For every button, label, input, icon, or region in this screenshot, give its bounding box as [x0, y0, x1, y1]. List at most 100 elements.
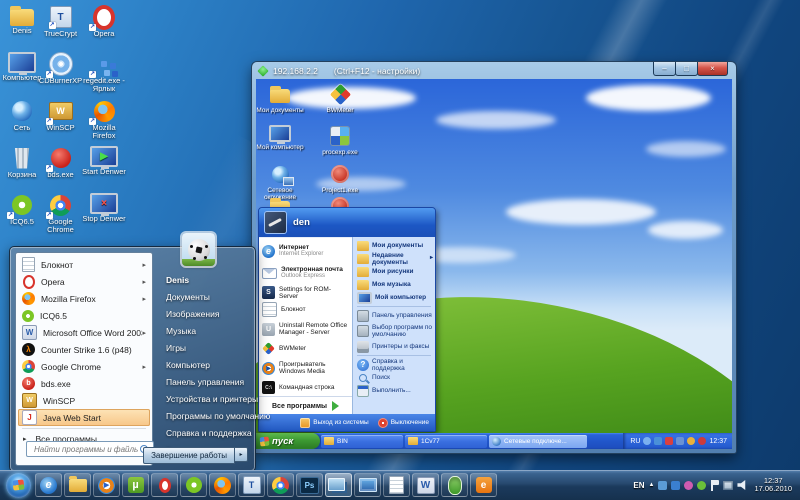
- taskbar-network-computer[interactable]: [354, 473, 381, 497]
- xp-menu-item-rom-settings[interactable]: S Settings for ROM-Server: [259, 284, 352, 301]
- shutdown-options-arrow[interactable]: ▸: [235, 447, 248, 462]
- xp-menu-item-bwmeter[interactable]: BWMeter: [259, 340, 352, 357]
- xp-icon-my-documents[interactable]: Мои документы: [256, 83, 306, 114]
- xp-link-run[interactable]: Выполнить...: [353, 384, 435, 397]
- taskbar-word[interactable]: W: [412, 473, 439, 497]
- desktop-icon-denis[interactable]: Denis: [2, 5, 42, 52]
- taskbar-firefox[interactable]: [209, 473, 236, 497]
- xp-taskbar-button-1cv77[interactable]: 1Cv77: [405, 435, 487, 448]
- taskbar-orange-app[interactable]: e: [470, 473, 497, 497]
- taskbar-photoshop[interactable]: Ps: [296, 473, 323, 497]
- xp-menu-item-notepad[interactable]: Блокнот: [259, 301, 352, 318]
- taskbar-chrome[interactable]: [267, 473, 294, 497]
- xp-menu-item-internet[interactable]: e ИнтернетInternet Explorer: [259, 240, 352, 262]
- xp-icon-project1[interactable]: Project1.exe: [314, 163, 366, 194]
- taskbar-truecrypt[interactable]: T: [238, 473, 265, 497]
- taskbar-internet-explorer[interactable]: e: [35, 473, 62, 497]
- desktop-icon-stop-denwer[interactable]: × Stop Denwer: [79, 193, 129, 240]
- tray-icon[interactable]: [658, 481, 667, 490]
- xp-menu-item-uninstall-rom[interactable]: U Uninstall Remote Office Manager - Serv…: [259, 318, 352, 340]
- close-button[interactable]: ×: [697, 62, 728, 76]
- language-indicator[interactable]: EN: [633, 481, 644, 490]
- action-center-flag-icon[interactable]: [710, 480, 719, 491]
- xp-icon-procexp[interactable]: procexp.exe: [314, 125, 366, 156]
- tray-icon[interactable]: [654, 437, 662, 445]
- desktop-icon-icq[interactable]: ICQ6.5: [2, 193, 42, 240]
- xp-link-recent-documents[interactable]: Недавние документы ▸: [353, 252, 435, 265]
- link-default-programs[interactable]: Программы по умолчанию: [160, 407, 250, 424]
- desktop-icon-opera[interactable]: Opera: [79, 5, 129, 52]
- tray-icon[interactable]: [671, 481, 680, 490]
- tray-icon[interactable]: [687, 437, 695, 445]
- menu-item-notepad[interactable]: Блокнот ▸: [16, 256, 152, 273]
- xp-link-my-music[interactable]: Моя музыка: [353, 278, 435, 291]
- xp-taskbar-button-network-connections[interactable]: Сетевые подключе...: [489, 435, 587, 448]
- xp-link-printers[interactable]: Принтеры и факсы: [353, 340, 435, 353]
- xp-link-control-panel[interactable]: Панель управления: [353, 309, 435, 322]
- shutdown-button[interactable]: Завершение работы: [143, 447, 235, 464]
- menu-item-icq[interactable]: ICQ6.5: [16, 307, 152, 324]
- xp-link-my-documents[interactable]: Мои документы: [353, 239, 435, 252]
- desktop-icon-cdburnerxp[interactable]: CDBurnerXP: [42, 52, 79, 99]
- link-documents[interactable]: Документы: [160, 288, 250, 305]
- start-orb[interactable]: [6, 473, 31, 498]
- xp-taskbar-button-bin[interactable]: BIN: [321, 435, 403, 448]
- taskbar-media-player[interactable]: ▶: [93, 473, 120, 497]
- xp-language-indicator[interactable]: RU: [630, 438, 640, 445]
- minimize-button[interactable]: –: [653, 62, 676, 76]
- menu-item-bds[interactable]: b bds.exe: [16, 375, 152, 392]
- xp-all-programs[interactable]: Все программы: [259, 396, 352, 414]
- taskbar-explorer[interactable]: [64, 473, 91, 497]
- desktop-icon-regedit[interactable]: regedit.exe - Ярлык: [79, 52, 129, 99]
- taskbar-clock[interactable]: 12:37 17.06.2010: [754, 477, 792, 494]
- desktop-icon-chrome[interactable]: Google Chrome: [42, 193, 79, 240]
- xp-menu-item-cmd[interactable]: C:\ Командная строка: [259, 379, 352, 396]
- xp-icon-my-computer[interactable]: Мой компьютер: [256, 125, 306, 151]
- tray-icon[interactable]: [665, 437, 673, 445]
- menu-item-winscp[interactable]: W WinSCP: [16, 392, 152, 409]
- xp-link-my-pictures[interactable]: Мои рисунки: [353, 265, 435, 278]
- desktop-icon-winscp[interactable]: W WinSCP: [42, 99, 79, 146]
- xp-link-help[interactable]: ? Справка и поддержка: [353, 358, 435, 371]
- user-avatar[interactable]: [182, 233, 215, 266]
- desktop-icon-firefox[interactable]: Mozilla Firefox: [79, 99, 129, 146]
- desktop-icon-truecrypt[interactable]: T TrueCrypt: [42, 5, 79, 52]
- xp-icon-bwmeter[interactable]: BWMeter: [314, 83, 366, 114]
- xp-link-search[interactable]: Поиск: [353, 371, 435, 384]
- link-computer[interactable]: Компьютер: [160, 356, 250, 373]
- link-help-support[interactable]: Справка и поддержка: [160, 424, 250, 441]
- search-input[interactable]: [32, 444, 140, 455]
- xp-menu-item-wmp[interactable]: ▶ Проигрыватель Windows Media: [259, 357, 352, 379]
- link-games[interactable]: Игры: [160, 339, 250, 356]
- menu-item-chrome[interactable]: Google Chrome ▸: [16, 358, 152, 375]
- menu-item-firefox[interactable]: Mozilla Firefox ▸: [16, 290, 152, 307]
- desktop-icon-bds[interactable]: bds.exe: [42, 146, 79, 193]
- volume-icon[interactable]: [737, 480, 747, 490]
- taskbar-rom-server[interactable]: [441, 473, 468, 497]
- tray-icon[interactable]: [643, 437, 651, 445]
- taskbar-notepad[interactable]: [383, 473, 410, 497]
- xp-clock[interactable]: 12:37: [709, 438, 727, 445]
- taskbar-utorrent[interactable]: µ: [122, 473, 149, 497]
- tray-icon-icq[interactable]: [697, 481, 706, 490]
- menu-item-word[interactable]: W Microsoft Office Word 2003 ▸: [16, 324, 152, 341]
- link-control-panel[interactable]: Панель управления: [160, 373, 250, 390]
- xp-logoff-button[interactable]: Выход из системы: [300, 418, 368, 428]
- link-user-folder[interactable]: Denis: [160, 271, 250, 288]
- taskbar-opera[interactable]: [151, 473, 178, 497]
- desktop-icon-network[interactable]: Сеть: [2, 99, 42, 146]
- xp-shutdown-button[interactable]: Выключение: [378, 418, 429, 428]
- link-pictures[interactable]: Изображения: [160, 305, 250, 322]
- taskbar-icq[interactable]: [180, 473, 207, 497]
- menu-item-counter-strike[interactable]: λ Counter Strike 1.6 (p48): [16, 341, 152, 358]
- tray-icon[interactable]: [676, 437, 684, 445]
- taskbar-remote-viewer[interactable]: [325, 473, 352, 497]
- xp-start-button[interactable]: пуск: [256, 433, 320, 449]
- desktop-icon-start-denwer[interactable]: ▶ Start Denwer: [79, 146, 129, 193]
- hidden-icons-chevron[interactable]: ▲: [649, 482, 655, 488]
- desktop-icon-recycle-bin[interactable]: Корзина: [2, 146, 42, 193]
- menu-item-opera[interactable]: Opera ▸: [16, 273, 152, 290]
- start-menu-search[interactable]: [26, 441, 154, 457]
- xp-link-default-programs[interactable]: Выбор программ по умолчанию: [353, 322, 435, 340]
- maximize-button[interactable]: □: [675, 62, 698, 76]
